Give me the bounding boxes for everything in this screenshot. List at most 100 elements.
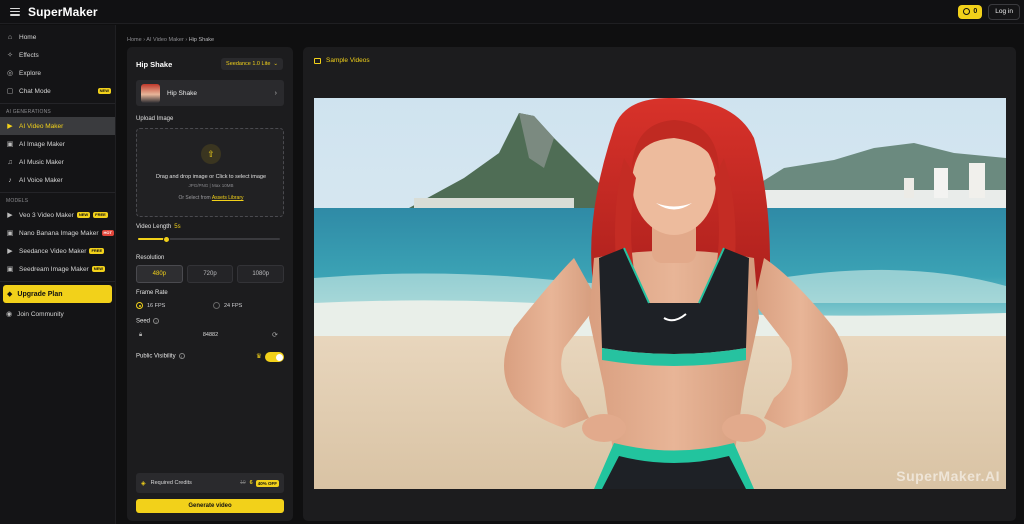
- free-badge: FREE: [93, 212, 108, 218]
- sidebar-item-chat-mode[interactable]: ▢ Chat Mode NEW: [0, 82, 115, 100]
- slider-fill: [138, 238, 166, 240]
- frame-rate-option-24[interactable]: 24 FPS: [213, 302, 242, 309]
- sidebar-item-label: Effects: [19, 51, 39, 59]
- generate-video-button[interactable]: Generate video: [136, 499, 284, 513]
- info-icon[interactable]: i: [178, 353, 185, 359]
- model-select-value: Seedance 1.0 Lite: [226, 61, 271, 67]
- sidebar-divider: [0, 103, 115, 104]
- breadcrumb-home[interactable]: Home: [127, 37, 142, 43]
- sidebar-divider: [0, 281, 115, 282]
- video-length-value: 5s: [174, 224, 181, 230]
- sidebar-item-ai-music-maker[interactable]: ♫ AI Music Maker: [0, 153, 115, 171]
- sidebar-item-veo3-video-maker[interactable]: ▶ Veo 3 Video Maker NEW FREE: [0, 206, 115, 224]
- sidebar-item-ai-voice-maker[interactable]: ♪ AI Voice Maker: [0, 171, 115, 189]
- sample-video-player[interactable]: SuperMaker.AI: [314, 98, 1006, 489]
- model-select[interactable]: Seedance 1.0 Lite ⌄: [221, 58, 283, 70]
- upgrade-plan-button[interactable]: ◆ Upgrade Plan: [3, 285, 112, 303]
- discord-icon: ◉: [6, 311, 13, 318]
- film-icon: [314, 57, 321, 64]
- sample-videos-header: Sample Videos: [314, 57, 370, 64]
- sidebar-item-nano-banana-image-maker[interactable]: ▣ Nano Banana Image Maker HOT: [0, 224, 115, 242]
- radio-icon: [136, 302, 143, 309]
- section-label-models: MODELS: [6, 198, 29, 204]
- sidebar-item-seedance-video-maker[interactable]: ▶ Seedance Video Maker FREE: [0, 242, 115, 260]
- frame-rate-option-16[interactable]: 16 FPS: [136, 302, 165, 309]
- sidebar-item-label: Seedance Video Maker: [19, 247, 87, 255]
- preview-panel: Sample Videos SuperMaker.AI: [303, 47, 1016, 521]
- credits-badge[interactable]: 0: [958, 4, 983, 19]
- home-icon: ⌂: [7, 33, 13, 41]
- new-badge: NEW: [97, 88, 111, 94]
- resolution-option-720p[interactable]: 720p: [186, 265, 234, 283]
- sidebar-item-label: Seedream Image Maker: [19, 265, 89, 273]
- sidebar-item-effects[interactable]: ✧ Effects: [0, 46, 115, 64]
- sidebar-item-label: Nano Banana Image Maker: [19, 229, 99, 237]
- sidebar-item-label: Explore: [19, 69, 42, 77]
- sidebar-item-ai-video-maker[interactable]: ▶ AI Video Maker: [0, 117, 115, 135]
- seed-value[interactable]: 84882: [149, 332, 272, 338]
- login-button[interactable]: Log in: [988, 3, 1020, 20]
- resolution-option-480p[interactable]: 480p: [136, 265, 183, 283]
- assets-prefix: Or Select from: [178, 195, 211, 201]
- required-credits-row: ◈ Required Credits 10 6 40% OFF: [136, 473, 284, 493]
- lock-icon[interactable]: 🔒︎: [139, 332, 149, 339]
- effect-selector[interactable]: Hip Shake ›: [136, 80, 284, 106]
- form-title: Hip Shake: [136, 60, 173, 69]
- breadcrumb-parent[interactable]: AI Video Maker: [146, 37, 184, 43]
- sidebar-item-seedream-image-maker[interactable]: ▣ Seedream Image Maker NEW: [0, 260, 115, 278]
- menu-icon[interactable]: [10, 7, 20, 16]
- chevron-right-icon: ›: [274, 89, 277, 97]
- sidebar-item-home[interactable]: ⌂ Home: [0, 28, 115, 46]
- breadcrumb: Home › AI Video Maker › Hip Shake: [127, 37, 214, 43]
- info-icon[interactable]: i: [153, 318, 160, 324]
- sidebar-divider: [0, 192, 115, 193]
- chat-icon: ▢: [6, 88, 14, 95]
- join-community-link[interactable]: ◉ Join Community: [0, 305, 115, 323]
- upgrade-plan-label: Upgrade Plan: [17, 290, 63, 298]
- sidebar-item-label: AI Image Maker: [19, 140, 65, 148]
- frame-rate-option-label: 16 FPS: [147, 302, 166, 309]
- resolution-options: 480p 720p 1080p: [136, 265, 285, 283]
- coin-icon: [963, 8, 971, 15]
- video-length-slider[interactable]: [138, 235, 280, 243]
- logo[interactable]: SuperMaker: [28, 5, 98, 19]
- upload-dropzone[interactable]: ⇧ Drag and drop image or Click to select…: [136, 128, 284, 217]
- form-panel: Hip Shake Seedance 1.0 Lite ⌄ Hip Shake …: [127, 47, 293, 521]
- effect-thumbnail: [141, 83, 160, 103]
- coin-icon: ◈: [141, 480, 146, 487]
- cloud-upload-icon: ⇧: [201, 144, 221, 164]
- assets-library-link[interactable]: Assets Library: [212, 195, 244, 201]
- sidebar-item-explore[interactable]: ◎ Explore: [0, 64, 115, 82]
- required-credits-label: Required Credits: [150, 480, 192, 486]
- refresh-icon[interactable]: ⟳: [272, 331, 284, 339]
- chevron-down-icon: ⌄: [273, 61, 278, 67]
- diamond-icon: ◆: [7, 291, 13, 298]
- effect-name: Hip Shake: [167, 89, 197, 97]
- sidebar-item-label: Veo 3 Video Maker: [19, 211, 74, 219]
- discounted-credits: 6: [249, 480, 253, 486]
- top-right-actions: 0 Log in: [958, 3, 1020, 20]
- resolution-label: Resolution: [136, 255, 165, 261]
- breadcrumb-current: Hip Shake: [188, 37, 215, 43]
- discount-badge: 40% OFF: [255, 479, 279, 487]
- breadcrumb-separator: ›: [143, 37, 146, 43]
- sidebar-item-ai-image-maker[interactable]: ▣ AI Image Maker: [0, 135, 115, 153]
- frame-rate-option-label: 24 FPS: [224, 302, 243, 309]
- toggle-knob: [275, 353, 283, 361]
- sparkle-icon: ✧: [7, 52, 13, 59]
- voice-icon: ♪: [8, 176, 12, 184]
- upload-format-hint: JPG/PNG | Max 10MB: [188, 183, 234, 188]
- sidebar: ⌂ Home ✧ Effects ◎ Explore ▢ Chat Mode N…: [0, 25, 116, 524]
- sidebar-item-label: AI Video Maker: [19, 122, 64, 130]
- image-icon: ▣: [6, 230, 14, 237]
- slider-handle[interactable]: [163, 235, 170, 243]
- breadcrumb-separator: ›: [185, 37, 188, 43]
- join-community-label: Join Community: [17, 310, 64, 318]
- watermark: SuperMaker.AI: [896, 468, 1000, 484]
- app-root: SuperMaker 0 Log in ⌂ Home ✧ Effects ◎ E…: [0, 0, 1024, 524]
- public-visibility-toggle[interactable]: [265, 352, 284, 362]
- resolution-option-1080p[interactable]: 1080p: [237, 265, 285, 283]
- compass-icon: ◎: [6, 70, 14, 77]
- assets-library-row: Or Select from Assets Library: [137, 195, 285, 201]
- seed-field[interactable]: 🔒︎ 84882 ⟳: [136, 328, 284, 342]
